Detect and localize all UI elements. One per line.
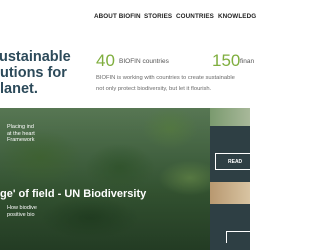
headline-line: ustainable	[0, 49, 71, 65]
stat-countries-value: 40	[96, 51, 115, 70]
headline-line: utions for	[0, 65, 67, 81]
story-card-1-text: Placing ind at the heart Framework	[7, 124, 35, 144]
stat-finance-label: finan	[240, 58, 255, 65]
intro-paragraph: BIOFIN is working with countries to crea…	[96, 73, 256, 95]
story-card-line: Placing ind	[7, 124, 34, 130]
intro-line: not only protect biodiversity, but let i…	[96, 86, 212, 92]
top-navigation: ABOUT BIOFIN STORIES COUNTRIES KNOWLEDG	[0, 0, 256, 36]
story-card-1[interactable]	[210, 108, 250, 182]
nav-stories[interactable]: STORIES	[144, 13, 172, 20]
nav-countries[interactable]: COUNTRIES	[176, 13, 214, 20]
story-card-line: at the heart	[7, 130, 35, 137]
story-card-line: Framework	[7, 137, 35, 144]
headline-line: lanet.	[0, 81, 38, 97]
nav-knowledge[interactable]: KNOWLEDG	[218, 13, 256, 20]
stat-finance-value: 150	[212, 51, 241, 70]
intro-line: BIOFIN is working with countries to crea…	[96, 75, 235, 81]
story-card-line: How biodive	[7, 205, 37, 211]
stat-countries-label: BIOFIN countries	[119, 58, 169, 65]
story-card-2-button[interactable]	[226, 231, 250, 243]
page-headline: ustainable utions for lanet.	[0, 49, 90, 97]
nav-about-biofin[interactable]: ABOUT BIOFIN	[94, 13, 141, 20]
read-button[interactable]: READ	[215, 153, 250, 170]
story-card-2-text: How biodive positive bio	[7, 205, 37, 218]
story-card-line: positive bio	[7, 211, 35, 218]
story-card-2-image	[210, 182, 250, 204]
story-card-1-image	[210, 108, 250, 126]
feature-title[interactable]: ge' of field - UN Biodiversity	[0, 188, 146, 200]
